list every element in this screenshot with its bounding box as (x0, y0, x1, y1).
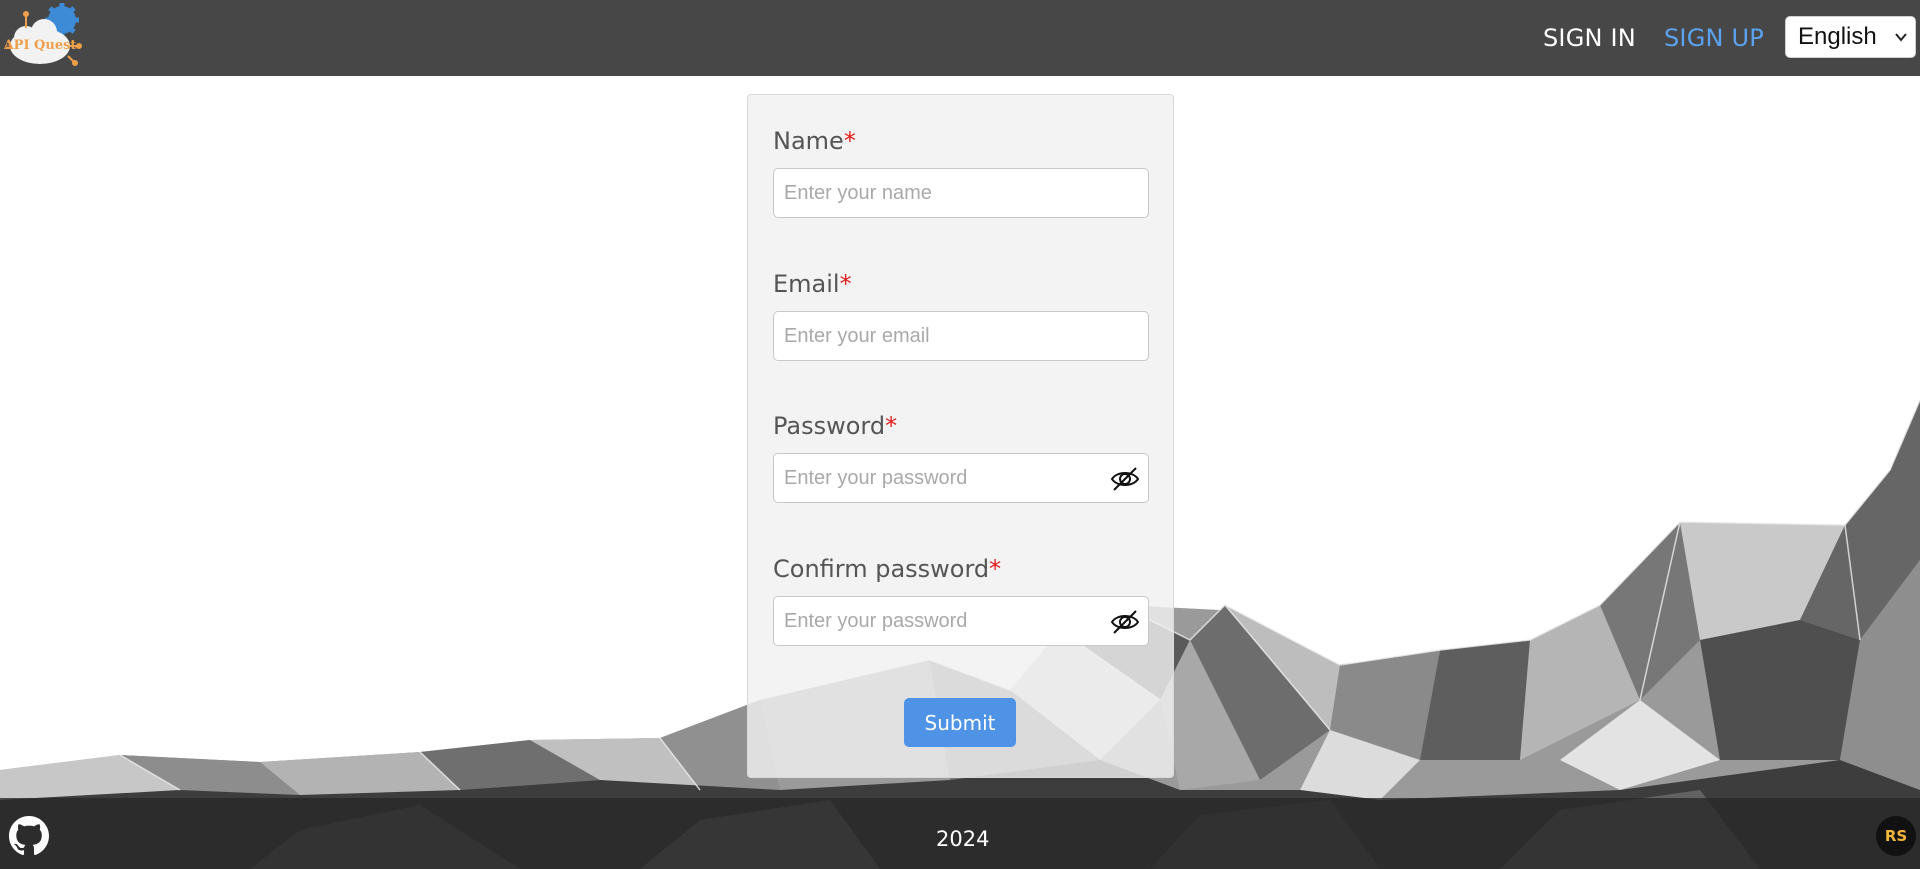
required-mark: * (885, 412, 898, 440)
top-nav-bar: API Quest SIGN IN SIGN UP English (0, 0, 1920, 76)
footer-year: 2024 (936, 827, 990, 851)
language-select[interactable]: English (1785, 16, 1916, 58)
email-label: Email* (773, 270, 852, 298)
name-label: Name* (773, 127, 856, 155)
password-input[interactable] (774, 454, 1104, 502)
name-field (773, 168, 1149, 218)
required-mark: * (839, 270, 852, 298)
required-mark: * (843, 127, 856, 155)
sign-up-link[interactable]: SIGN UP (1664, 24, 1764, 52)
language-select-value: English (1798, 23, 1877, 50)
eye-off-icon[interactable] (1110, 464, 1140, 494)
signup-form-card: Name* Email* Password* Confirm password*… (747, 94, 1174, 778)
confirm-password-input[interactable] (774, 597, 1104, 645)
name-label-text: Name (773, 127, 844, 155)
github-icon[interactable] (9, 816, 49, 856)
email-input[interactable] (774, 312, 1104, 360)
submit-button[interactable]: Submit (904, 698, 1016, 747)
name-input[interactable] (774, 169, 1104, 217)
password-label-text: Password (773, 412, 886, 440)
password-field (773, 453, 1149, 503)
required-mark: * (989, 555, 1002, 583)
chevron-down-icon (1895, 33, 1907, 42)
eye-off-icon[interactable] (1110, 607, 1140, 637)
confirm-password-label-text: Confirm password (773, 555, 990, 583)
confirm-password-field (773, 596, 1149, 646)
confirm-password-label: Confirm password* (773, 555, 1001, 583)
email-label-text: Email (773, 270, 840, 298)
rs-school-logo[interactable]: RS (1876, 816, 1916, 856)
email-field (773, 311, 1149, 361)
logo-text: API Quest (4, 38, 76, 53)
sign-in-link[interactable]: SIGN IN (1543, 24, 1636, 52)
password-label: Password* (773, 412, 897, 440)
api-quest-logo[interactable]: API Quest (4, 2, 84, 72)
